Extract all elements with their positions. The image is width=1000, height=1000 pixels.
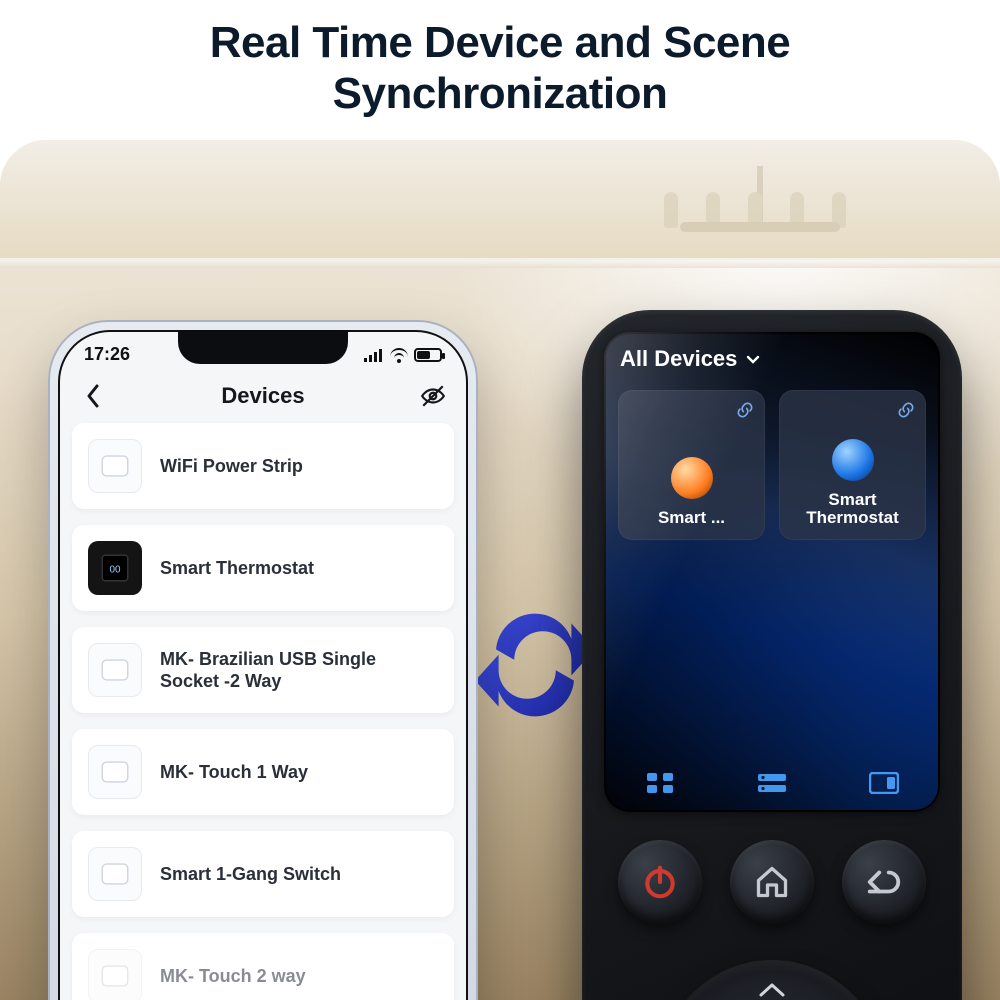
device-dot-icon <box>832 439 874 481</box>
home-button[interactable] <box>730 840 814 924</box>
device-thumb: 00 <box>88 541 142 595</box>
device-row[interactable]: MK- Touch 1 Way <box>72 729 454 815</box>
cellular-icon <box>364 348 384 362</box>
device-label: WiFi Power Strip <box>160 455 303 478</box>
device-thumb <box>88 643 142 697</box>
nav-list-icon[interactable] <box>749 768 795 798</box>
link-icon <box>896 400 916 425</box>
tile-label: Smart Thermostat <box>791 491 914 528</box>
back-button[interactable] <box>80 383 106 409</box>
return-button[interactable] <box>842 840 926 924</box>
remote-hard-buttons <box>604 840 940 924</box>
phone-screen: 17:26 Devices WiFi Power Strip 00 Smart Th… <box>58 330 468 1000</box>
device-thumb <box>88 949 142 1000</box>
remote-bottom-nav <box>604 768 940 798</box>
device-label: MK- Brazilian USB Single Socket -2 Way <box>160 648 438 693</box>
svg-text:00: 00 <box>109 564 121 575</box>
chevron-down-icon <box>745 351 761 367</box>
phone-notch <box>178 330 348 364</box>
battery-icon <box>414 348 442 362</box>
device-row[interactable]: Smart 1-Gang Switch <box>72 831 454 917</box>
device-thumb <box>88 847 142 901</box>
nav-grid-icon[interactable] <box>637 768 683 798</box>
device-row[interactable]: 00 Smart Thermostat <box>72 525 454 611</box>
device-thumb <box>88 439 142 493</box>
dpad[interactable] <box>657 960 887 1000</box>
device-tile[interactable]: Smart Thermostat <box>779 390 926 540</box>
link-icon <box>735 400 755 425</box>
phone-frame: 17:26 Devices WiFi Power Strip 00 Smart Th… <box>48 320 478 1000</box>
device-row[interactable]: MK- Touch 2 way <box>72 933 454 1000</box>
power-button[interactable] <box>618 840 702 924</box>
screen-title: Devices <box>221 383 304 409</box>
device-label: Smart 1-Gang Switch <box>160 863 341 886</box>
device-tile[interactable]: Smart ... <box>618 390 765 540</box>
app-header: Devices <box>58 365 468 423</box>
nav-panel-icon[interactable] <box>861 768 907 798</box>
device-dot-icon <box>671 457 713 499</box>
dpad-up-icon[interactable] <box>757 980 787 1000</box>
device-row[interactable]: MK- Brazilian USB Single Socket -2 Way <box>72 627 454 713</box>
tile-label: Smart ... <box>630 509 753 528</box>
background-scene: 17:26 Devices WiFi Power Strip 00 Smart Th… <box>0 140 1000 1000</box>
device-label: MK- Touch 1 Way <box>160 761 308 784</box>
page-title: Real Time Device and Scene Synchronizati… <box>0 0 1000 127</box>
status-time: 17:26 <box>84 344 130 365</box>
wifi-icon <box>390 348 408 362</box>
device-label: MK- Touch 2 way <box>160 965 306 988</box>
remote-dropdown[interactable]: All Devices <box>620 346 761 372</box>
sync-icon <box>470 600 600 730</box>
remote-screen[interactable]: All Devices Smart ... Smart Thermostat <box>604 332 940 812</box>
device-list[interactable]: WiFi Power Strip 00 Smart Thermostat MK- Br… <box>58 423 468 1000</box>
visibility-toggle[interactable] <box>420 383 446 409</box>
device-thumb <box>88 745 142 799</box>
remote-dropdown-label: All Devices <box>620 346 737 372</box>
device-tiles: Smart ... Smart Thermostat <box>618 390 926 540</box>
device-row[interactable]: WiFi Power Strip <box>72 423 454 509</box>
device-label: Smart Thermostat <box>160 557 314 580</box>
remote-frame: All Devices Smart ... Smart Thermostat <box>582 310 962 1000</box>
